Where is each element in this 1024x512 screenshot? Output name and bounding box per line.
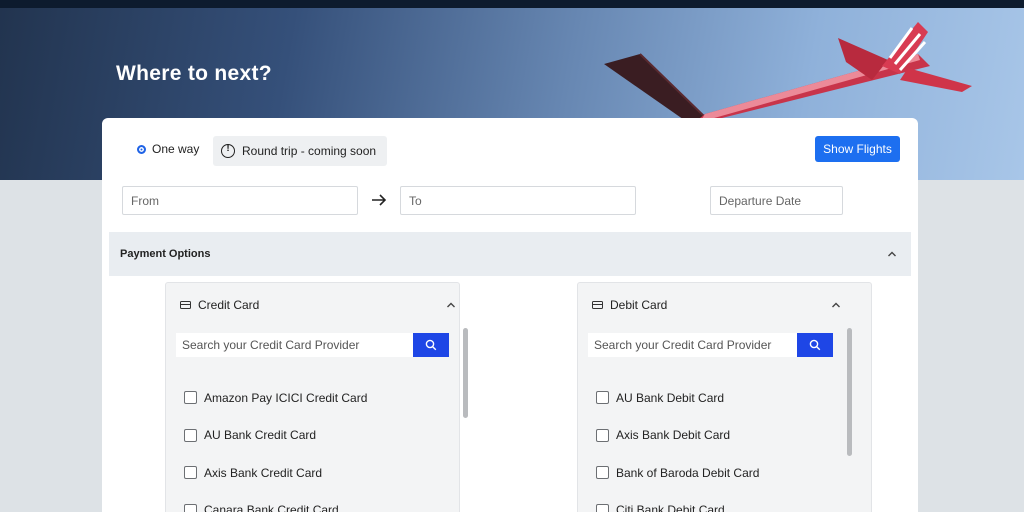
checkbox[interactable] — [596, 503, 609, 512]
list-item[interactable]: Citi Bank Debit Card — [596, 492, 759, 512]
debit-card-panel: Debit Card AU Bank Debit Card Axis Bank … — [577, 282, 872, 512]
list-item[interactable]: Bank of Baroda Debit Card — [596, 454, 759, 492]
departure-date-input[interactable] — [710, 186, 843, 215]
list-item[interactable]: Amazon Pay ICICI Credit Card — [184, 379, 367, 417]
hero-title: Where to next? — [116, 62, 272, 85]
list-item-label: Canara Bank Credit Card — [204, 503, 339, 512]
checkbox[interactable] — [184, 503, 197, 512]
checkbox[interactable] — [184, 466, 197, 480]
debit-card-header[interactable]: Debit Card — [592, 298, 667, 312]
list-item-label: Amazon Pay ICICI Credit Card — [204, 390, 368, 405]
arrow-right-icon — [372, 194, 387, 206]
from-input[interactable] — [122, 186, 358, 215]
radio-selected-icon[interactable] — [137, 144, 146, 154]
debit-card-scrollbar[interactable] — [847, 328, 852, 456]
list-item-label: Axis Bank Credit Card — [204, 465, 323, 480]
credit-card-icon — [180, 301, 191, 309]
checkbox[interactable] — [596, 391, 609, 405]
list-item-label: AU Bank Credit Card — [204, 428, 317, 443]
search-card: One way Round trip - coming soon Show Fl… — [102, 118, 918, 512]
payment-options-header[interactable]: Payment Options — [109, 232, 911, 276]
round-trip-option[interactable]: Round trip - coming soon — [213, 136, 387, 166]
one-way-radio[interactable]: One way — [137, 142, 199, 156]
credit-card-search-button[interactable] — [413, 333, 449, 357]
list-item[interactable]: Axis Bank Credit Card — [184, 454, 367, 492]
list-item[interactable]: AU Bank Debit Card — [596, 379, 759, 417]
credit-card-icon — [592, 301, 603, 309]
debit-card-title: Debit Card — [610, 298, 668, 312]
top-bar — [0, 0, 1024, 8]
chevron-up-icon[interactable] — [446, 300, 456, 310]
list-item-label: AU Bank Debit Card — [616, 390, 725, 405]
search-icon — [809, 339, 821, 351]
list-item-label: Bank of Baroda Debit Card — [616, 465, 760, 480]
debit-card-search-input[interactable] — [588, 333, 797, 357]
trip-type-row: One way Round trip - coming soon Show Fl… — [102, 118, 918, 178]
credit-card-list: Amazon Pay ICICI Credit Card AU Bank Cre… — [184, 379, 367, 512]
list-item-label: Citi Bank Debit Card — [616, 503, 725, 512]
checkbox[interactable] — [184, 391, 197, 405]
list-item[interactable]: AU Bank Credit Card — [184, 417, 367, 455]
credit-card-panel: Credit Card Amazon Pay ICICI Credit Card… — [165, 282, 468, 512]
list-item[interactable]: Axis Bank Debit Card — [596, 417, 759, 455]
credit-card-scrollbar[interactable] — [463, 328, 468, 418]
show-flights-button[interactable]: Show Flights — [815, 136, 900, 162]
chevron-up-icon[interactable] — [831, 300, 841, 310]
credit-card-title: Credit Card — [198, 298, 260, 312]
list-item-label: Axis Bank Debit Card — [616, 428, 731, 443]
checkbox[interactable] — [596, 466, 609, 480]
credit-card-search-input[interactable] — [176, 333, 413, 357]
list-item[interactable]: Canara Bank Credit Card — [184, 492, 367, 512]
chevron-up-icon[interactable] — [887, 249, 897, 259]
payment-options-title: Payment Options — [120, 248, 211, 260]
checkbox[interactable] — [184, 428, 197, 442]
checkbox[interactable] — [596, 428, 609, 442]
to-input[interactable] — [400, 186, 636, 215]
credit-card-header[interactable]: Credit Card — [180, 298, 259, 312]
warning-circle-icon — [221, 143, 235, 158]
one-way-label: One way — [152, 142, 200, 156]
search-icon — [425, 339, 437, 351]
debit-card-search-button[interactable] — [797, 333, 833, 357]
round-trip-label: Round trip - coming soon — [242, 144, 377, 158]
debit-card-list: AU Bank Debit Card Axis Bank Debit Card … — [596, 379, 759, 512]
